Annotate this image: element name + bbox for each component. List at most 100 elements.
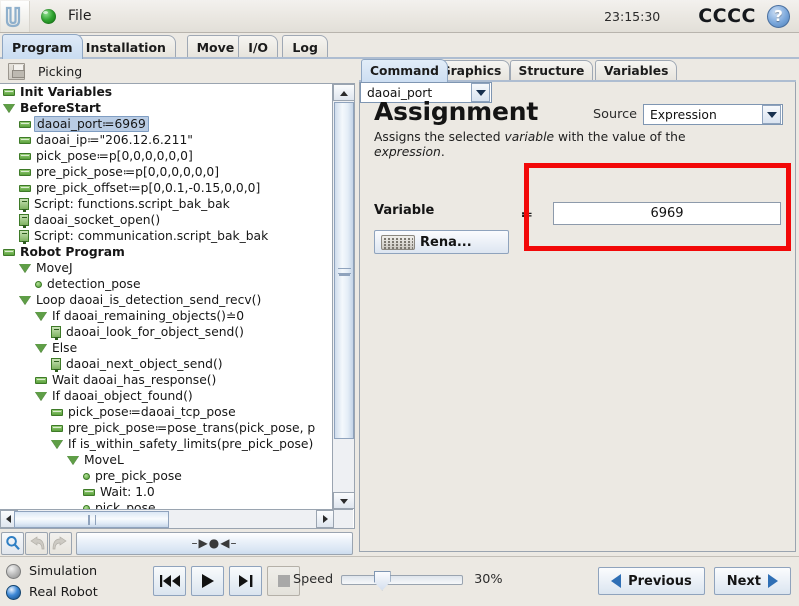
assign-bar-icon (3, 88, 15, 96)
radio-simulation-label: Simulation (29, 564, 98, 579)
expression-input[interactable]: 6969 (553, 202, 781, 225)
rewind-button[interactable] (153, 566, 186, 596)
scroll-down-arrow-icon[interactable] (333, 492, 354, 509)
triangle-icon (35, 391, 47, 401)
program-nav-widget[interactable]: –▶●◀– (76, 531, 353, 555)
tab-log[interactable]: Log (282, 35, 328, 58)
save-floppy-icon[interactable] (8, 62, 25, 80)
triangle-icon (51, 439, 63, 449)
vertical-scroll-thumb[interactable] (334, 102, 354, 439)
speed-slider-thumb[interactable] (373, 570, 391, 591)
tree-row[interactable]: If daoai_remaining_objects()≐0 (0, 308, 330, 324)
keyboard-icon (381, 234, 415, 250)
tab-variables[interactable]: Variables (595, 60, 678, 81)
play-icon (201, 574, 214, 588)
source-label: Source (593, 107, 637, 122)
radio-real-robot[interactable]: Real Robot (6, 582, 98, 603)
tree-row[interactable]: Wait daoai_has_response() (0, 372, 330, 388)
tree-row-label: pick_pose≔daoai_tcp_pose (68, 405, 236, 419)
tab-i-o[interactable]: I/O (238, 35, 279, 58)
brand-label: CCCC (698, 5, 756, 27)
tree-row-label: MoveL (84, 453, 124, 467)
tree-row-label: MoveJ (36, 261, 73, 275)
tab-label: Program (12, 39, 73, 55)
tree-row[interactable]: Robot Program (0, 244, 330, 260)
tree-row-label: Init Variables (20, 85, 113, 99)
tree-row[interactable]: If daoai_object_found() (0, 388, 330, 404)
tree-row-label: If is_within_safety_limits(pre_pick_pose… (68, 437, 314, 451)
tree-row[interactable]: Loop daoai_is_detection_send_recv() (0, 292, 330, 308)
tree-row[interactable]: daoai_socket_open() (0, 212, 330, 228)
radio-simulation[interactable]: Simulation (6, 561, 98, 582)
tab-move[interactable]: Move (186, 35, 245, 58)
robot-mode-radio-group: Simulation Real Robot (6, 561, 98, 603)
tree-row-label: pick_pose (95, 501, 156, 509)
play-button[interactable] (191, 566, 224, 596)
tree-row[interactable]: Script: communication.script_bak_bak (0, 228, 330, 244)
assign-bar-icon (51, 408, 63, 416)
tree-row[interactable]: daoai_next_object_send() (0, 356, 330, 372)
assign-bar-icon (35, 376, 47, 384)
horizontal-scroll-thumb[interactable] (14, 511, 169, 528)
tree-row[interactable]: pre_pick_pose (0, 468, 330, 484)
tree-row[interactable]: pre_pick_offset≔p[0,0.1,-0.15,0,0,0] (0, 180, 330, 196)
rename-button[interactable]: Rena... (374, 230, 509, 254)
tree-row[interactable]: pick_pose≔p[0,0,0,0,0,0] (0, 148, 330, 164)
program-tree[interactable]: Init Variables BeforeStart daoai_port≔6969… (0, 84, 330, 509)
speed-control: Speed 30% (293, 570, 503, 591)
tree-row[interactable]: Init Variables (0, 84, 330, 100)
next-button-label: Next (726, 573, 761, 589)
tree-row[interactable]: MoveL (0, 452, 330, 468)
tree-row[interactable]: daoai_port≔6969 (0, 116, 330, 132)
tree-row-label: If daoai_remaining_objects()≐0 (52, 309, 245, 323)
tree-row[interactable]: daoai_ip≔"206.12.6.211" (0, 132, 330, 148)
tab-installation[interactable]: Installation (75, 35, 176, 58)
tab-command[interactable]: Command (361, 59, 448, 82)
tree-row[interactable]: Else (0, 340, 330, 356)
redo-button[interactable] (49, 531, 72, 555)
tree-row[interactable]: detection_pose (0, 276, 330, 292)
chevron-down-icon (762, 105, 781, 124)
arrow-right-icon (768, 574, 778, 588)
main-tab-strip: Program Installation Move I/O Log (0, 33, 799, 59)
scroll-right-arrow-icon[interactable] (316, 510, 334, 528)
tab-structure[interactable]: Structure (509, 60, 594, 81)
tree-row[interactable]: Script: functions.script_bak_bak (0, 196, 330, 212)
script-icon (19, 230, 29, 242)
radio-button-icon (6, 564, 21, 579)
tree-row[interactable]: If is_within_safety_limits(pre_pick_pose… (0, 436, 330, 452)
tree-vertical-scrollbar[interactable] (332, 84, 354, 509)
previous-button[interactable]: Previous (598, 567, 705, 595)
tree-row[interactable]: daoai_look_for_object_send() (0, 324, 330, 340)
search-button[interactable] (1, 531, 24, 555)
speed-label: Speed (293, 572, 334, 587)
assign-bar-icon (19, 184, 31, 192)
program-name-label: Picking (38, 63, 83, 79)
tree-row[interactable]: MoveJ (0, 260, 330, 276)
tree-row-label: Loop daoai_is_detection_send_recv() (36, 293, 262, 307)
tree-row[interactable]: BeforeStart (0, 100, 330, 116)
tree-row[interactable]: pre_pick_pose≔pose_trans(pick_pose, p (0, 420, 330, 436)
file-menu[interactable]: File (68, 8, 91, 24)
scroll-up-arrow-icon[interactable] (333, 84, 354, 101)
tab-program[interactable]: Program (2, 34, 83, 59)
speed-slider[interactable] (341, 570, 464, 591)
robot-teach-pendant-window: File 23:15:30 CCCC ? Program Installation… (0, 0, 799, 606)
tree-row[interactable]: pick_pose (0, 500, 330, 509)
assign-bar-icon (19, 168, 31, 176)
tab-label: Installation (85, 39, 166, 55)
step-button[interactable] (229, 566, 262, 596)
source-dropdown[interactable]: Expression (643, 104, 783, 125)
desc-emph-variable: variable (504, 130, 555, 144)
tree-row-label: BeforeStart (20, 101, 101, 115)
tree-horizontal-scrollbar[interactable] (0, 509, 353, 528)
next-button[interactable]: Next (713, 567, 791, 595)
undo-button[interactable] (25, 531, 48, 555)
script-icon (51, 326, 61, 338)
triangle-icon (35, 343, 47, 353)
tree-row[interactable]: Wait: 1.0 (0, 484, 330, 500)
ur-logo-icon (1, 0, 30, 32)
tree-row[interactable]: pick_pose≔daoai_tcp_pose (0, 404, 330, 420)
help-button[interactable]: ? (767, 4, 790, 28)
tree-row[interactable]: pre_pick_pose≔p[0,0,0,0,0,0] (0, 164, 330, 180)
